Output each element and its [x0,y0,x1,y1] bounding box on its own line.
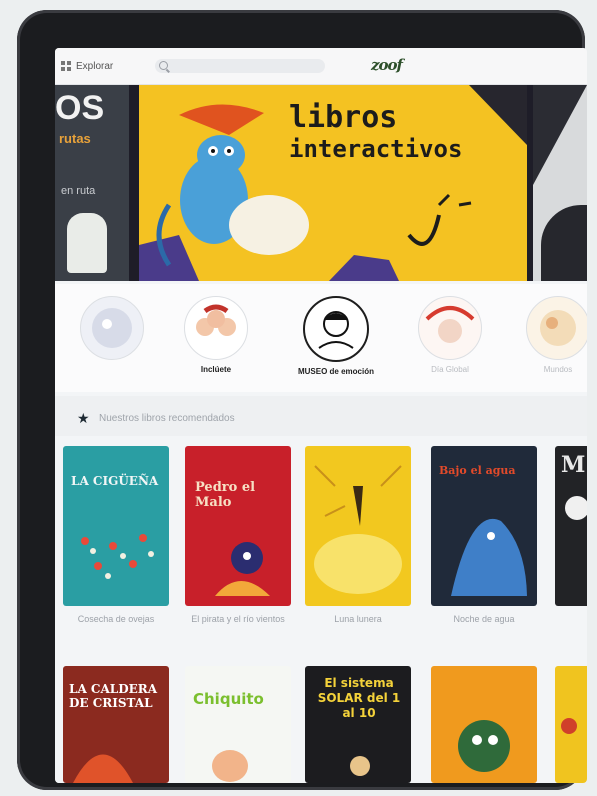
book-cover: LA CIGÜEÑA [63,446,169,606]
book-card[interactable]: Pedro el Malo El pirata y el río vientos [185,446,291,625]
category-5[interactable]: Mundos [519,296,587,374]
tablet-frame: Explorar zoof OS rutas en ruta libros in… [17,10,587,790]
book-title: Cosecha de ovejas [77,614,155,624]
search-bar[interactable] [155,59,325,73]
explore-label: Explorar [76,60,114,72]
recommended-section-header: ★ Nuestros libros recomendados [55,396,587,436]
star-icon: ★ [77,410,90,426]
search-input[interactable] [171,59,321,73]
category-1-image [80,296,144,360]
app-screen: Explorar zoof OS rutas en ruta libros in… [55,48,587,783]
polar-bear-illustration [67,213,107,273]
category-1[interactable] [73,296,151,365]
hero-slide-next[interactable] [533,85,587,281]
book-card[interactable]: M [555,446,587,614]
hero-carousel[interactable]: OS rutas en ruta libros interactivos [55,85,587,281]
hero-next-shape-2 [541,205,587,281]
section-title: Nuestros libros recomendados [99,413,235,424]
top-bar: Explorar zoof [55,48,587,85]
book-cover[interactable]: El sistema SOLAR del 1 al 10 [305,666,411,783]
category-circles: Inclúete MUSEO de emoción Día Global Mun… [55,284,587,392]
books-row-2: LA CALDERA DE CRISTAL Chiquito El sistem… [55,660,587,783]
book-card[interactable]: LA CIGÜEÑA Cosecha de ovejas [63,446,169,625]
category-4-image [418,296,482,360]
hero-slide-interactive-books[interactable]: libros interactivos [139,85,527,281]
category-4-label: Día Global [431,365,469,374]
category-2-label: Inclúete [200,365,232,374]
category-3-image [303,296,369,362]
book-cover[interactable] [555,666,587,783]
explore-button[interactable]: Explorar [61,58,113,74]
hero-title: libros [289,100,398,135]
hero-next-shape [533,85,587,185]
hero-prev-title: OS [55,89,105,127]
book-cover [305,446,411,606]
book-cover: Pedro el Malo [185,446,291,606]
book-cover: M [555,446,587,606]
book-card[interactable]: Luna lunera [305,446,411,625]
hero-subtitle: interactivos [289,135,463,163]
book-card[interactable]: Bajo el agua Noche de agua [431,446,537,625]
app-logo: zoof [371,56,403,74]
hero-slide-previous[interactable]: OS rutas en ruta [55,85,129,281]
grid-icon [61,61,71,71]
category-2[interactable]: Inclúete [177,296,255,374]
hero-prev-text: en ruta [61,185,96,197]
book-cover[interactable] [431,666,537,783]
book-title: Luna lunera [334,614,382,624]
category-3[interactable]: MUSEO de emoción [297,296,375,376]
category-2-image [184,296,248,360]
category-4[interactable]: Día Global [411,296,489,374]
hero-prev-subtitle: rutas [59,131,91,146]
category-5-label: Mundos [543,365,573,374]
book-title: El pirata y el río vientos [191,614,285,624]
category-5-image [526,296,587,360]
search-icon [159,61,168,70]
book-cover: Bajo el agua [431,446,537,606]
book-cover[interactable]: Chiquito [185,666,291,783]
category-3-label: MUSEO de emoción [297,367,374,376]
books-row: LA CIGÜEÑA Cosecha de ovejas Pedro el Ma… [55,438,587,658]
book-title: Noche de agua [453,614,515,624]
book-cover[interactable]: LA CALDERA DE CRISTAL [63,666,169,783]
